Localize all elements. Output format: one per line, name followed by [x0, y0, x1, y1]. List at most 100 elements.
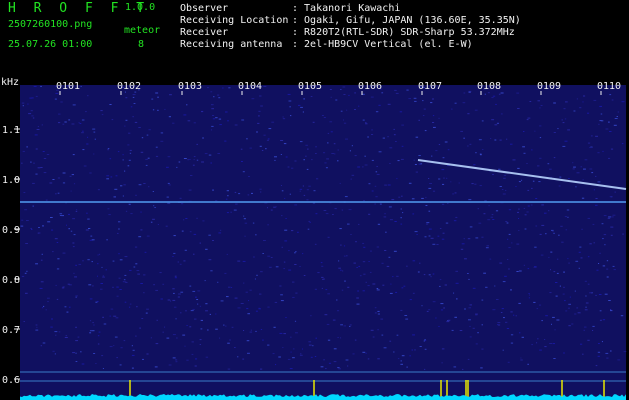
noise-speck — [72, 246, 75, 248]
noise-speck — [307, 228, 310, 230]
noise-speck — [64, 306, 67, 308]
noise-speck — [40, 281, 44, 283]
noise-speck — [42, 225, 44, 227]
noise-speck — [527, 117, 531, 119]
noise-speck — [244, 222, 248, 224]
noise-speck — [157, 96, 159, 98]
noise-speck — [424, 130, 427, 132]
noise-speck — [288, 269, 292, 271]
noise-speck — [401, 355, 405, 357]
noise-speck — [581, 197, 585, 199]
noise-speck — [551, 323, 552, 325]
noise-speck — [210, 270, 213, 272]
noise-speck — [510, 143, 513, 145]
noise-speck — [106, 175, 110, 177]
noise-speck — [52, 251, 54, 253]
noise-speck — [122, 195, 124, 197]
noise-speck — [152, 218, 155, 220]
noise-speck — [387, 136, 389, 138]
noise-speck — [186, 325, 188, 326]
noise-speck — [362, 261, 366, 263]
noise-speck — [234, 191, 237, 193]
noise-speck — [118, 228, 120, 230]
noise-speck — [424, 340, 427, 342]
noise-speck — [113, 345, 115, 347]
noise-speck — [172, 357, 176, 359]
noise-speck — [382, 137, 385, 139]
noise-speck — [533, 266, 537, 268]
noise-speck — [343, 94, 346, 95]
noise-speck — [428, 210, 431, 212]
noise-speck — [283, 261, 286, 263]
noise-speck — [124, 125, 126, 127]
noise-speck — [210, 91, 213, 93]
unit-label: kHz — [1, 77, 19, 88]
noise-speck — [196, 159, 199, 161]
noise-speck — [35, 324, 38, 326]
noise-speck — [144, 251, 147, 253]
noise-speck — [119, 259, 123, 261]
noise-speck — [189, 159, 191, 160]
noise-speck — [454, 192, 457, 194]
noise-speck — [174, 277, 177, 279]
noise-speck — [140, 283, 143, 284]
noise-speck — [89, 298, 93, 300]
noise-speck — [145, 312, 148, 314]
noise-speck — [175, 359, 178, 361]
noise-speck — [271, 121, 275, 123]
noise-speck — [432, 301, 436, 303]
noise-speck — [453, 220, 457, 222]
noise-speck — [558, 234, 560, 236]
noise-speck — [320, 366, 324, 368]
noise-speck — [567, 129, 570, 131]
noise-speck — [508, 268, 510, 270]
noise-speck — [408, 182, 412, 184]
noise-speck — [317, 272, 320, 274]
noise-speck — [31, 229, 33, 230]
noise-speck — [479, 153, 482, 155]
noise-speck — [519, 332, 521, 334]
noise-speck — [518, 208, 520, 210]
noise-speck — [41, 253, 43, 255]
noise-speck — [467, 273, 469, 274]
noise-speck — [168, 184, 171, 186]
noise-speck — [477, 208, 479, 210]
noise-speck — [248, 176, 250, 177]
noise-speck — [91, 239, 94, 241]
noise-speck — [362, 119, 365, 121]
noise-speck — [240, 148, 243, 150]
noise-speck — [372, 283, 376, 285]
noise-speck — [608, 157, 611, 159]
noise-speck — [299, 141, 303, 143]
noise-speck — [204, 153, 208, 155]
noise-speck — [345, 359, 349, 361]
noise-speck — [141, 137, 144, 139]
noise-speck — [26, 146, 28, 148]
noise-speck — [289, 106, 291, 108]
noise-speck — [187, 120, 191, 122]
noise-speck — [283, 333, 286, 335]
noise-speck — [230, 211, 232, 213]
noise-speck — [47, 301, 49, 303]
noise-speck — [610, 310, 613, 312]
noise-speck — [179, 197, 182, 199]
noise-speck — [259, 293, 262, 295]
noise-speck — [42, 151, 45, 152]
noise-speck — [255, 234, 257, 236]
noise-speck — [350, 234, 352, 235]
noise-speck — [412, 260, 416, 262]
noise-speck — [394, 221, 397, 222]
noise-speck — [356, 267, 358, 268]
noise-speck — [282, 347, 284, 348]
noise-speck — [606, 276, 609, 278]
noise-speck — [384, 213, 386, 215]
noise-speck — [59, 215, 63, 216]
noise-speck — [329, 89, 332, 90]
time-tick-label: 0101 — [56, 81, 80, 92]
noise-speck — [552, 316, 555, 318]
noise-speck — [539, 157, 542, 159]
noise-speck — [57, 192, 60, 194]
noise-speck — [579, 107, 582, 109]
noise-speck — [351, 145, 353, 147]
noise-speck — [45, 199, 48, 201]
